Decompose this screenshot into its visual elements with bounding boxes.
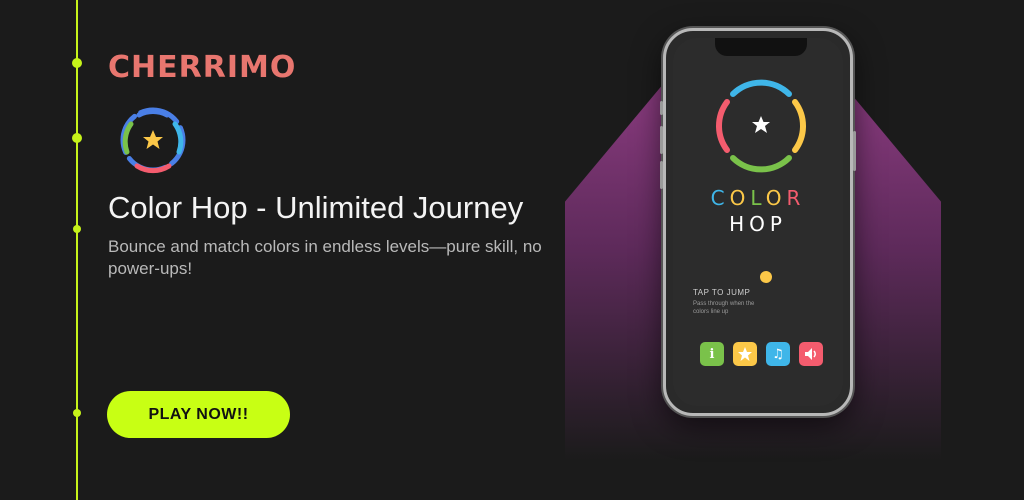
line-dot bbox=[73, 409, 81, 417]
phone-button bbox=[660, 101, 663, 115]
tap-to-jump-subtitle: Pass through when the colors line up bbox=[693, 301, 755, 315]
info-button[interactable]: i bbox=[700, 342, 724, 366]
sound-button[interactable] bbox=[799, 342, 823, 366]
decorative-line bbox=[76, 0, 78, 500]
music-button[interactable]: ♫ bbox=[766, 342, 790, 366]
phone-button bbox=[660, 126, 663, 154]
game-ball bbox=[760, 271, 772, 283]
app-icon bbox=[120, 107, 186, 174]
game-logo-color: COLOR bbox=[710, 186, 806, 210]
color-ring bbox=[716, 79, 806, 173]
line-dot bbox=[73, 225, 81, 233]
star-icon bbox=[738, 347, 752, 361]
app-title: Color Hop - Unlimited Journey bbox=[108, 190, 524, 225]
play-now-button[interactable]: PLAY NOW!! bbox=[107, 391, 290, 438]
info-icon: i bbox=[709, 346, 715, 362]
phone-button bbox=[660, 161, 663, 189]
brand-logo: CHERRIMO bbox=[108, 50, 297, 85]
music-icon: ♫ bbox=[772, 346, 784, 362]
app-description: Bounce and match colors in endless level… bbox=[108, 237, 542, 278]
star-icon bbox=[143, 130, 163, 149]
banner: CHERRIMO Color Hop - Unlimited Journey B… bbox=[0, 0, 1024, 500]
rate-button[interactable] bbox=[733, 342, 757, 366]
game-logo-hop: HOP bbox=[729, 212, 787, 236]
phone-button bbox=[853, 131, 856, 171]
phone-notch bbox=[715, 38, 807, 56]
sound-icon bbox=[805, 348, 816, 360]
star-icon bbox=[752, 116, 770, 133]
phone-screen: COLOR HOP TAP TO JUMP Pass through when … bbox=[673, 38, 843, 406]
line-dot bbox=[72, 58, 82, 68]
phone-mockup: COLOR HOP TAP TO JUMP Pass through when … bbox=[660, 28, 856, 416]
tap-to-jump-title: TAP TO JUMP bbox=[693, 288, 751, 297]
line-dot bbox=[72, 133, 82, 143]
